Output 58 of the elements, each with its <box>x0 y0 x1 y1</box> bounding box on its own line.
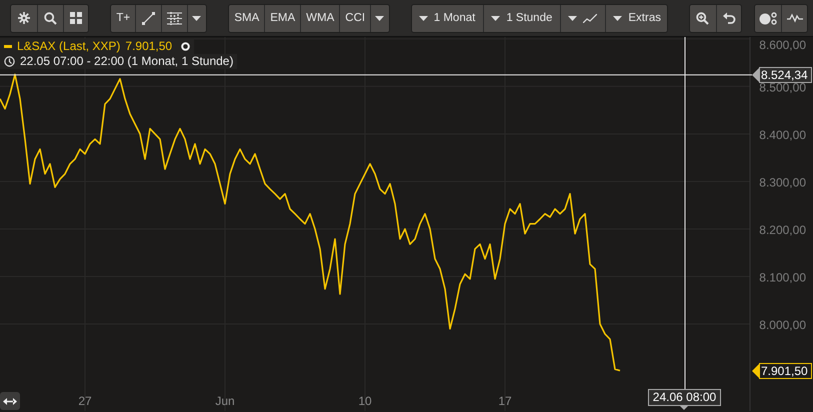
zoom-button[interactable] <box>690 4 716 32</box>
caret-icon <box>613 16 622 20</box>
clock-icon <box>4 56 15 67</box>
levels-button[interactable] <box>160 4 187 32</box>
y-axis-label: 8.300,00 <box>759 175 806 190</box>
tool-button[interactable]: EMA <box>264 4 300 32</box>
x-axis-label: 17 <box>498 394 512 408</box>
tool-button[interactable]: T+ <box>111 4 136 32</box>
y-axis-label: 8.400,00 <box>759 128 806 142</box>
last-price: 7.901,50 <box>752 362 812 379</box>
resize-button[interactable] <box>0 392 20 410</box>
period-text: 22.05 07:00 - 22:00 (1 Monat, 1 Stunde) <box>20 54 234 69</box>
dropdown-button[interactable] <box>370 4 389 32</box>
caret-icon <box>375 16 384 20</box>
dropdown-button[interactable]: Extras <box>605 4 667 32</box>
grid-icon <box>70 12 82 24</box>
x-axis-label: 27 <box>78 394 92 408</box>
settings-icon <box>18 12 30 24</box>
series-swatch <box>4 45 12 48</box>
y-axis-label: 8.100,00 <box>759 270 806 284</box>
tool-button[interactable]: WMA <box>300 4 340 32</box>
chart-type-dropdown[interactable] <box>560 4 606 32</box>
zoom-icon <box>696 12 710 24</box>
y-axis-label: 8.000,00 <box>759 318 806 332</box>
caret-icon <box>568 16 578 20</box>
instrument-name: L&SAX (Last, XXP) <box>17 39 120 54</box>
levels-icon <box>166 12 182 24</box>
y-axis-label: 8.500,00 <box>759 80 806 94</box>
grid-button[interactable] <box>62 4 88 32</box>
last-value: 7.901,50 <box>125 39 172 54</box>
wave-icon <box>786 13 803 23</box>
undo-icon <box>722 12 736 24</box>
dropdown-button[interactable] <box>186 4 206 32</box>
x-axis-label: Jun <box>215 394 235 408</box>
crosshair-price: 8.524,34 <box>752 66 812 83</box>
tool-button[interactable]: CCI <box>339 4 370 32</box>
double-arrow-icon <box>3 398 17 404</box>
settings-button[interactable] <box>11 4 37 32</box>
undo-button[interactable] <box>716 4 742 32</box>
tool-button[interactable]: SMA <box>229 4 264 32</box>
search-icon <box>44 12 57 24</box>
dropdown-button[interactable]: 1 Monat <box>412 4 484 32</box>
line-tool-icon <box>142 12 155 24</box>
caret-icon <box>491 16 500 20</box>
caret-icon <box>418 16 428 20</box>
crosshair-date: 24.06 08:00 <box>648 389 721 410</box>
y-axis-label: 8.600,00 <box>759 38 806 52</box>
settings-dot-icon[interactable] <box>181 42 190 51</box>
shapes-button[interactable] <box>755 4 782 32</box>
caret-icon <box>192 16 202 20</box>
shapes-icon <box>759 12 778 24</box>
y-axis-label: 8.200,00 <box>759 223 806 237</box>
search-button[interactable] <box>36 4 63 32</box>
wave-button[interactable] <box>781 4 808 32</box>
line-chart-icon <box>583 14 598 22</box>
dropdown-button[interactable]: 1 Stunde <box>483 4 560 32</box>
x-axis-label: 10 <box>358 394 372 408</box>
line-tool-button[interactable] <box>135 4 161 32</box>
